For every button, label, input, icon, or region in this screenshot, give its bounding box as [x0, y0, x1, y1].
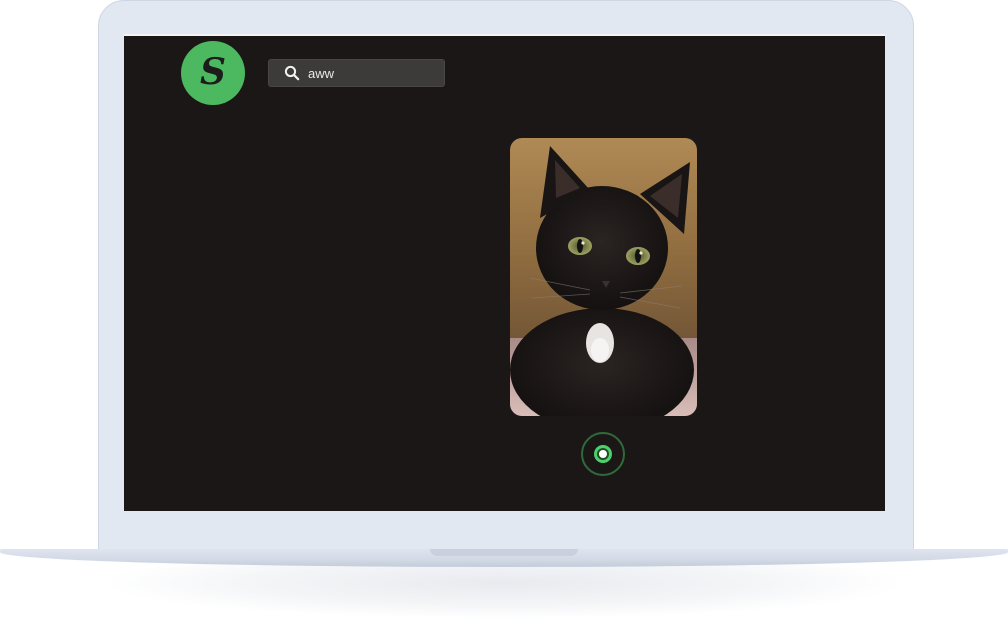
search-icon: [284, 65, 300, 81]
scene: S: [0, 0, 1008, 623]
logo-glyph: S: [200, 51, 226, 93]
app-screen: S: [124, 34, 885, 511]
cat-photo[interactable]: [510, 138, 697, 416]
search-input[interactable]: [308, 65, 428, 81]
app-logo[interactable]: S: [181, 41, 245, 105]
laptop-base-notch: [430, 549, 578, 556]
record-icon: [594, 445, 612, 463]
search-box[interactable]: [268, 59, 445, 87]
cat-image: [510, 138, 697, 416]
record-button[interactable]: [581, 432, 625, 476]
record-dot: [599, 450, 607, 458]
